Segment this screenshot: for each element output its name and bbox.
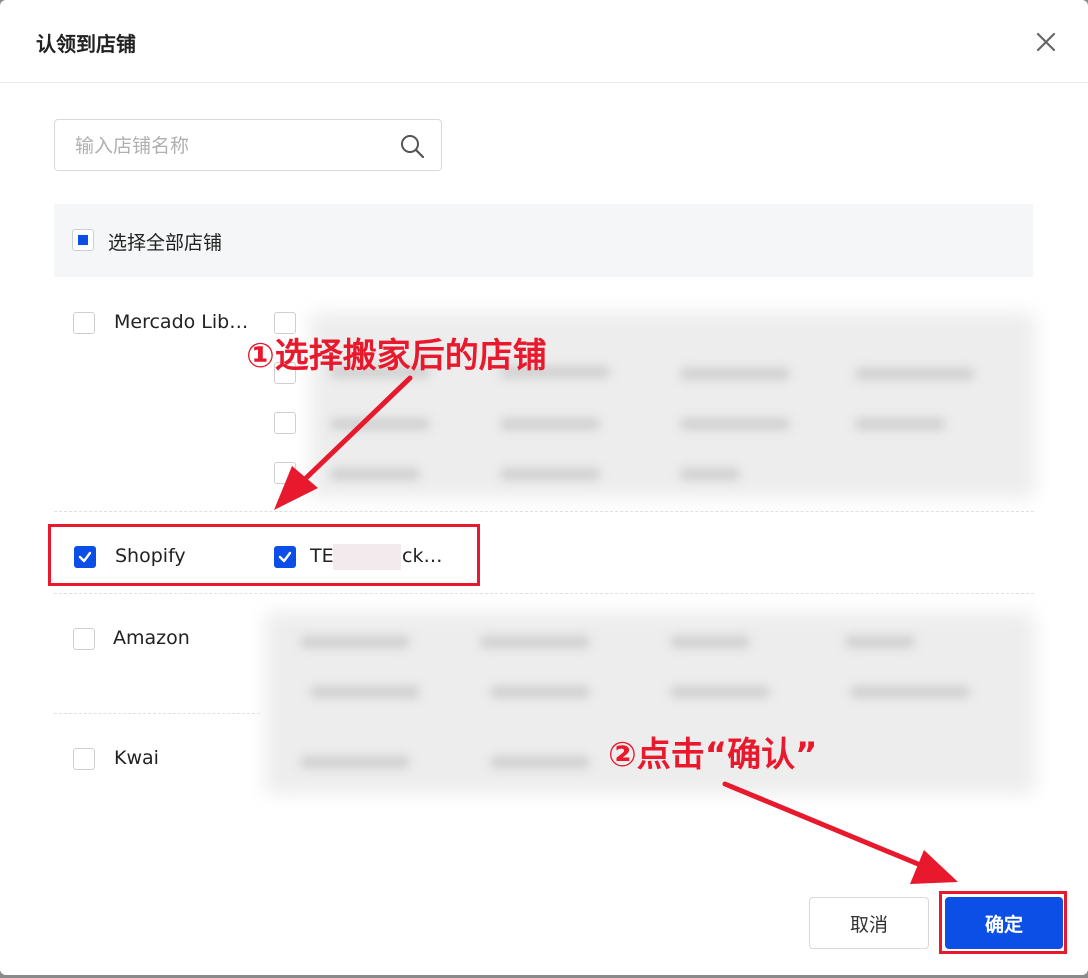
arrow-to-store — [301, 375, 413, 483]
arrow-to-confirm — [722, 781, 921, 867]
claim-to-store-dialog: 认领到店铺 选择全部店铺 Mercado Lib… Shopify TE ck — [0, 0, 1088, 975]
arrowhead-step2 — [910, 850, 958, 884]
annotation-arrows — [274, 375, 958, 884]
